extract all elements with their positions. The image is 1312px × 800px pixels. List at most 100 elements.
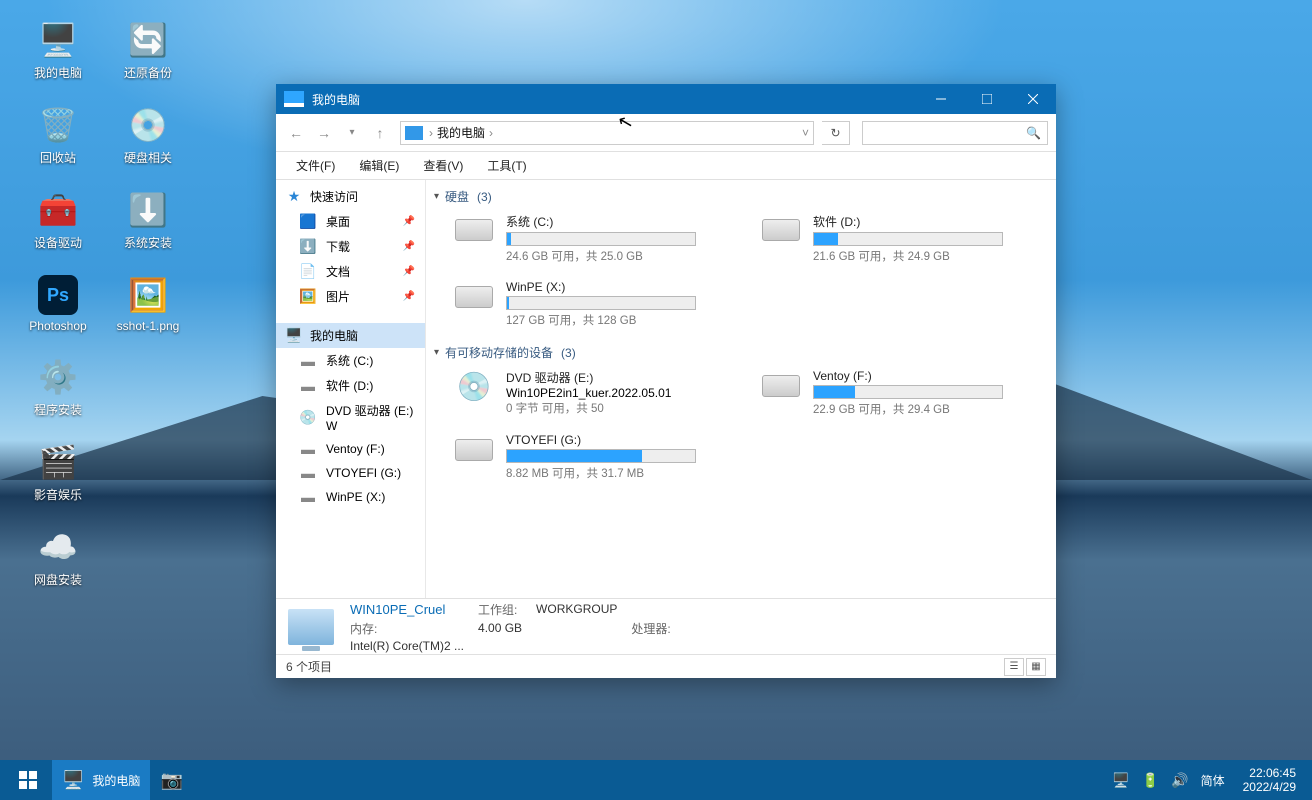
desktop-icon-cloud[interactable]: ☁️网盘安装 (20, 527, 96, 588)
back-button[interactable]: ← (284, 121, 308, 145)
appinstall-icon: ⚙️ (38, 357, 78, 397)
desktop-icon-recycle[interactable]: 🗑️回收站 (20, 105, 96, 166)
desktop-icon-mycomputer[interactable]: 🖥️我的电脑 (20, 20, 96, 81)
system-tray: 🖥️ 🔋 🔊 简体 22:06:45 2022/4/29 (1112, 766, 1308, 795)
address-bar[interactable]: › 我的电脑 › ˅ (400, 121, 814, 145)
item-count: 6 个项目 (286, 658, 332, 675)
usage-bar (506, 296, 696, 310)
drive-item[interactable]: WinPE (X:)127 GB 可用，共 128 GB (450, 276, 741, 332)
usage-bar (813, 232, 1003, 246)
view-details-button[interactable]: ☰ (1004, 658, 1024, 676)
close-button[interactable] (1010, 84, 1056, 114)
drive-item[interactable]: 💿DVD 驱动器 (E:)Win10PE2in1_kuer.2022.05.01… (450, 365, 741, 421)
taskbar[interactable]: 🖥️我的电脑 📷 🖥️ 🔋 🔊 简体 22:06:45 2022/4/29 (0, 760, 1312, 800)
sidebar-drive-item[interactable]: ▬Ventoy (F:) (276, 437, 425, 461)
drive-usage-text: 0 字节 可用，共 50 (506, 400, 737, 416)
drive-name: VTOYEFI (G:) (506, 433, 737, 447)
sshot-icon: 🖼️ (128, 275, 168, 315)
drive-item[interactable]: Ventoy (F:)22.9 GB 可用，共 29.4 GB (757, 365, 1048, 421)
menu-item[interactable]: 文件(F) (284, 153, 347, 178)
dvd-icon: 💿 (454, 369, 494, 403)
menu-item[interactable]: 查看(V) (411, 153, 475, 178)
desktop-icon-restore[interactable]: 🔄还原备份 (110, 20, 186, 81)
ime-indicator[interactable]: 简体 (1201, 772, 1225, 789)
start-button[interactable] (4, 760, 52, 800)
search-input[interactable]: 🔍 (862, 121, 1048, 145)
desktop-icon-sysinstall[interactable]: ⬇️系统安装 (110, 190, 186, 251)
usage-bar (506, 449, 696, 463)
computer-icon[interactable]: 🖥️ (1112, 772, 1129, 789)
sidebar-this-pc[interactable]: 🖥️我的电脑 (276, 323, 425, 348)
sidebar-quick-item[interactable]: 📄文档📌 (276, 259, 425, 284)
minimize-button[interactable] (918, 84, 964, 114)
desktop-icon-sshot[interactable]: 🖼️sshot-1.png (110, 275, 186, 333)
computer-icon (284, 91, 304, 107)
volume-icon[interactable]: 🔊 (1171, 772, 1188, 789)
chevron-down-icon: ▾ (434, 347, 439, 358)
computer-icon (288, 609, 334, 645)
sidebar-quick-item[interactable]: ⬇️下载📌 (276, 234, 425, 259)
pin-icon: 📌 (403, 291, 415, 302)
hdd-icon (454, 280, 494, 314)
menu-item[interactable]: 工具(T) (475, 153, 538, 178)
breadcrumb-dropdown[interactable]: ˅ (802, 126, 809, 140)
sidebar-drive-item[interactable]: ▬系统 (C:) (276, 348, 425, 373)
photoshop-icon: Ps (38, 275, 78, 315)
group-header[interactable]: ▾硬盘(3) (434, 184, 1048, 209)
battery-icon[interactable]: 🔋 (1142, 772, 1159, 789)
forward-button[interactable]: → (312, 121, 336, 145)
desktop[interactable]: 🖥️我的电脑🔄还原备份🗑️回收站💿硬盘相关🧰设备驱动⬇️系统安装PsPhotos… (0, 0, 1312, 800)
clock[interactable]: 22:06:45 2022/4/29 (1237, 766, 1302, 795)
hdd-icon (454, 433, 494, 467)
sidebar-quick-item[interactable]: 🟦桌面📌 (276, 209, 425, 234)
computer-icon: 🖥️ (62, 770, 84, 791)
sidebar-drive-item[interactable]: ▬软件 (D:) (276, 373, 425, 398)
sidebar-quick-access[interactable]: ★快速访问 (276, 184, 425, 209)
history-dropdown[interactable]: ▾ (340, 121, 364, 145)
drive-usage-text: 21.6 GB 可用，共 24.9 GB (813, 248, 1044, 264)
view-icons-button[interactable]: ▦ (1026, 658, 1046, 676)
sidebar-drive-item[interactable]: 💿DVD 驱动器 (E:) W (276, 398, 425, 437)
drive-item[interactable]: VTOYEFI (G:)8.82 MB 可用，共 31.7 MB (450, 429, 741, 485)
taskbar-camera[interactable]: 📷 (150, 760, 192, 800)
drive-usage-text: 127 GB 可用，共 128 GB (506, 312, 737, 328)
desktop-icon-media[interactable]: 🎬影音娱乐 (20, 442, 96, 503)
maximize-button[interactable] (964, 84, 1010, 114)
group-header[interactable]: ▾有可移动存储的设备(3) (434, 340, 1048, 365)
desktop-icon-photoshop[interactable]: PsPhotoshop (20, 275, 96, 333)
titlebar[interactable]: 我的电脑 (276, 84, 1056, 114)
usage-bar (506, 232, 696, 246)
drive-name: 系统 (C:) (506, 213, 737, 230)
devdrv-icon: 🧰 (38, 190, 78, 230)
desktop-icon-devdrv[interactable]: 🧰设备驱动 (20, 190, 96, 251)
drive-usage-text: 24.6 GB 可用，共 25.0 GB (506, 248, 737, 264)
sidebar-quick-item[interactable]: 🖼️图片📌 (276, 284, 425, 309)
sidebar: ★快速访问 🟦桌面📌⬇️下载📌📄文档📌🖼️图片📌 🖥️我的电脑 ▬系统 (C:)… (276, 180, 426, 598)
diskrel-icon: 💿 (128, 105, 168, 145)
media-icon: 🎬 (38, 442, 78, 482)
refresh-button[interactable]: ↻ (822, 121, 850, 145)
recycle-icon: 🗑️ (38, 105, 78, 145)
taskbar-explorer[interactable]: 🖥️我的电脑 (52, 760, 150, 800)
drive-item[interactable]: 软件 (D:)21.6 GB 可用，共 24.9 GB (757, 209, 1048, 268)
status-bar: 6 个项目 ☰ ▦ (276, 654, 1056, 678)
sidebar-drive-item[interactable]: ▬WinPE (X:) (276, 485, 425, 509)
up-button[interactable]: ↑ (368, 121, 392, 145)
nav-toolbar: ← → ▾ ↑ › 我的电脑 › ˅ ↻ 🔍 (276, 114, 1056, 152)
cloud-icon: ☁️ (38, 527, 78, 567)
desktop-icon-appinstall[interactable]: ⚙️程序安装 (20, 357, 96, 418)
pin-icon: 📌 (403, 241, 415, 252)
desktop-icon-diskrel[interactable]: 💿硬盘相关 (110, 105, 186, 166)
menubar: 文件(F)编辑(E)查看(V)工具(T) (276, 152, 1056, 180)
usage-bar (813, 385, 1003, 399)
menu-item[interactable]: 编辑(E) (347, 153, 411, 178)
details-pane: WIN10PE_Cruel 工作组: WORKGROUP 内存: 4.00 GB… (276, 598, 1056, 654)
drive-item[interactable]: 系统 (C:) 24.6 GB 可用，共 25.0 GB (450, 209, 741, 268)
breadcrumb[interactable]: 我的电脑 (433, 124, 489, 141)
sidebar-drive-item[interactable]: ▬VTOYEFI (G:) (276, 461, 425, 485)
explorer-window: 我的电脑 ← → ▾ ↑ › 我的电脑 › ˅ ↻ 🔍 文件(F)编辑(E)查看… (276, 84, 1056, 678)
main-pane[interactable]: ▾硬盘(3) 系统 (C:) 24.6 GB 可用，共 25.0 GB 软件 (D:)… (426, 180, 1056, 598)
computer-icon (405, 126, 423, 140)
computer-icon: 🖥️ (286, 328, 302, 344)
search-icon: 🔍 (1026, 126, 1041, 140)
